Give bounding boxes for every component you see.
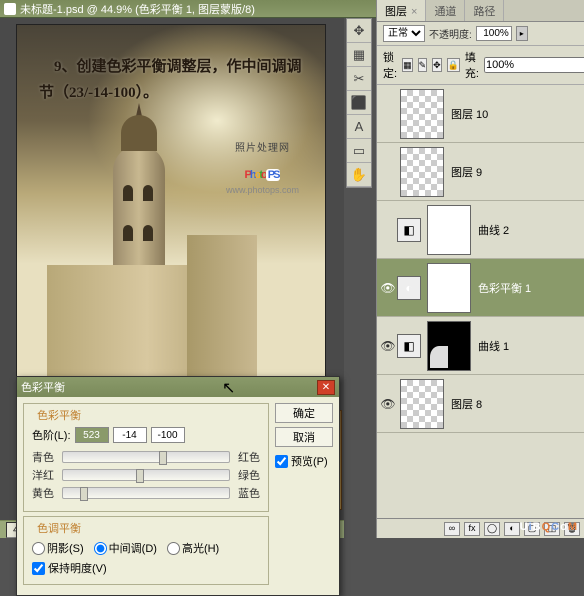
- vertical-toolbar: ✥ ▦ ✂ ⬛ A ▭ ✋: [346, 18, 372, 188]
- tab-layers[interactable]: 图层×: [377, 0, 426, 21]
- type-tool-icon[interactable]: A: [347, 115, 371, 139]
- opacity-input[interactable]: [476, 26, 512, 41]
- blend-mode-select[interactable]: 正常: [383, 25, 425, 42]
- shape-tool-icon[interactable]: ▭: [347, 139, 371, 163]
- photops-logo: 照片处理网 PhotoPS www.photops.com: [226, 139, 299, 195]
- move-tool-icon[interactable]: ✥: [347, 19, 371, 43]
- layer-name[interactable]: 图层 8: [447, 396, 582, 412]
- hand-tool-icon[interactable]: ✋: [347, 163, 371, 187]
- layer-row[interactable]: ◧ 曲线 2: [377, 201, 584, 259]
- layers-list[interactable]: 图层 10图层 9◧曲线 2👁◐色彩平衡 1👁◧曲线 1👁图层 8: [377, 85, 584, 518]
- lock-all-icon[interactable]: 🔒: [447, 58, 460, 72]
- visibility-eye-icon[interactable]: 👁: [379, 397, 397, 411]
- layer-thumbnail[interactable]: [427, 205, 471, 255]
- lock-paint-icon[interactable]: ✎: [418, 58, 428, 72]
- levels-label: 色阶(L):: [32, 427, 71, 443]
- doc-icon: [4, 3, 16, 15]
- layers-panel: 图层× 通道 路径 正常 不透明度: ▸ 锁定: ▦ ✎ ✥ 🔒 填充: ▸ 图…: [376, 0, 584, 538]
- highlights-radio[interactable]: 高光(H): [167, 540, 219, 556]
- adjustment-layer-icon: ◧: [397, 334, 421, 358]
- cancel-button[interactable]: 取消: [275, 427, 333, 447]
- lock-transparency-icon[interactable]: ▦: [402, 58, 413, 72]
- midtones-radio[interactable]: 中间调(D): [94, 540, 157, 556]
- crop-tool-icon[interactable]: ⬛: [347, 91, 371, 115]
- adjustment-layer-icon: ◧: [397, 218, 421, 242]
- visibility-eye-icon[interactable]: 👁: [379, 339, 397, 353]
- doc-title: 未标题-1.psd @ 44.9% (色彩平衡 1, 图层蒙版/8): [20, 1, 255, 17]
- color-balance-group: 色彩平衡 色阶(L): 青色红色 洋红绿色 黄色蓝色: [23, 403, 269, 512]
- layer-name[interactable]: 图层 10: [447, 106, 582, 122]
- layer-row[interactable]: 图层 9: [377, 143, 584, 201]
- layer-row[interactable]: 👁◧ 曲线 1: [377, 317, 584, 375]
- link-icon[interactable]: ∞: [444, 522, 460, 536]
- adjustment-icon[interactable]: ◐: [504, 522, 520, 536]
- layer-thumbnail[interactable]: [427, 263, 471, 313]
- slice-tool-icon[interactable]: ✂: [347, 67, 371, 91]
- tab-paths[interactable]: 路径: [465, 0, 504, 21]
- layer-name[interactable]: 色彩平衡 1: [474, 280, 582, 296]
- ok-button[interactable]: 确定: [275, 403, 333, 423]
- layer-name[interactable]: 曲线 1: [474, 338, 582, 354]
- lock-position-icon[interactable]: ✥: [432, 58, 442, 72]
- yellow-blue-slider[interactable]: [62, 487, 230, 499]
- layer-row[interactable]: 👁◐ 色彩平衡 1: [377, 259, 584, 317]
- instruction-text: 9、创建色彩平衡调整层，作中间调调节（23/-14-100）。: [39, 55, 307, 106]
- mask-icon[interactable]: ◯: [484, 522, 500, 536]
- layer-thumbnail[interactable]: [427, 321, 471, 371]
- adjustment-layer-icon: ◐: [397, 276, 421, 300]
- dialog-titlebar[interactable]: 色彩平衡 ✕: [17, 377, 339, 397]
- grid-tool-icon[interactable]: ▦: [347, 43, 371, 67]
- fill-input[interactable]: [484, 57, 584, 73]
- cursor-icon: ↖: [222, 378, 235, 398]
- dialog-title: 色彩平衡: [21, 379, 65, 395]
- preview-checkbox[interactable]: 预览(P): [275, 453, 333, 469]
- shadows-radio[interactable]: 阴影(S): [32, 540, 84, 556]
- level-3-input[interactable]: [151, 427, 185, 443]
- layer-thumbnail[interactable]: [400, 147, 444, 197]
- tone-balance-group: 色调平衡 阴影(S) 中间调(D) 高光(H) 保持明度(V): [23, 516, 269, 585]
- tab-channels[interactable]: 通道: [426, 0, 465, 21]
- layer-row[interactable]: 👁 图层 8: [377, 375, 584, 433]
- layer-name[interactable]: 曲线 2: [474, 222, 582, 238]
- close-button[interactable]: ✕: [317, 380, 335, 395]
- layer-thumbnail[interactable]: [400, 89, 444, 139]
- magenta-green-slider[interactable]: [62, 469, 230, 481]
- watermark: UiBQCoM: [520, 517, 578, 534]
- visibility-eye-icon[interactable]: 👁: [379, 281, 397, 295]
- layer-name[interactable]: 图层 9: [447, 164, 582, 180]
- level-2-input[interactable]: [113, 427, 147, 443]
- opacity-arrow-icon[interactable]: ▸: [516, 26, 528, 41]
- preserve-luminosity-checkbox[interactable]: 保持明度(V): [32, 560, 260, 576]
- layer-thumbnail[interactable]: [400, 379, 444, 429]
- layer-row[interactable]: 图层 10: [377, 85, 584, 143]
- panel-tabs: 图层× 通道 路径: [377, 0, 584, 22]
- fx-icon[interactable]: fx: [464, 522, 480, 536]
- cyan-red-slider[interactable]: [62, 451, 230, 463]
- level-1-input[interactable]: [75, 427, 109, 443]
- color-balance-dialog: 色彩平衡 ✕ 色彩平衡 色阶(L): 青色红色 洋红绿色 黄色蓝色 色调平衡 阴…: [16, 376, 340, 596]
